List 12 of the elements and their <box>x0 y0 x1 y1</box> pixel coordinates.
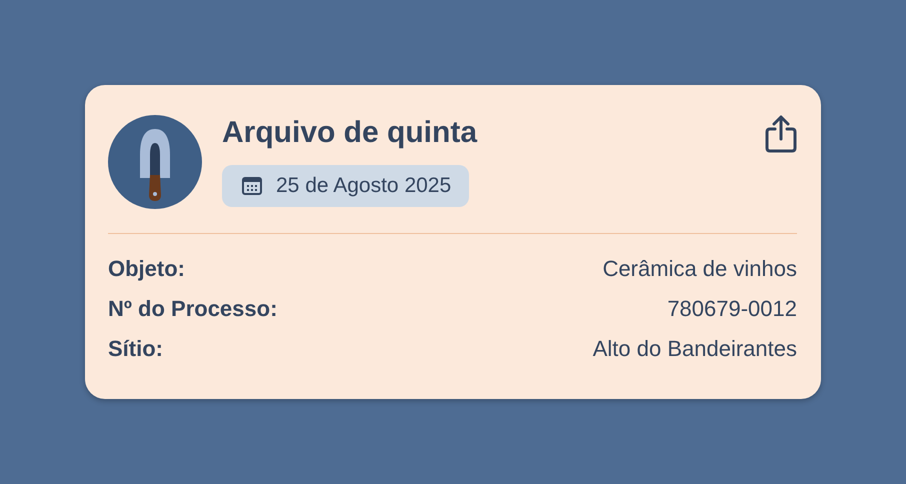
field-value: Alto do Bandeirantes <box>592 335 797 363</box>
field-label: Objeto: <box>108 255 185 283</box>
calendar-icon <box>242 177 262 195</box>
share-button[interactable] <box>765 115 797 153</box>
field-label: Sítio: <box>108 335 163 363</box>
field-value: 780679-0012 <box>667 295 797 323</box>
date-text: 25 de Agosto 2025 <box>276 174 452 198</box>
trowel-icon <box>108 115 202 209</box>
field-value: Cerâmica de vinhos <box>602 255 797 283</box>
field-label: Nº do Processo: <box>108 295 278 323</box>
share-icon <box>765 115 797 153</box>
card-title: Arquivo de quinta <box>222 115 478 151</box>
